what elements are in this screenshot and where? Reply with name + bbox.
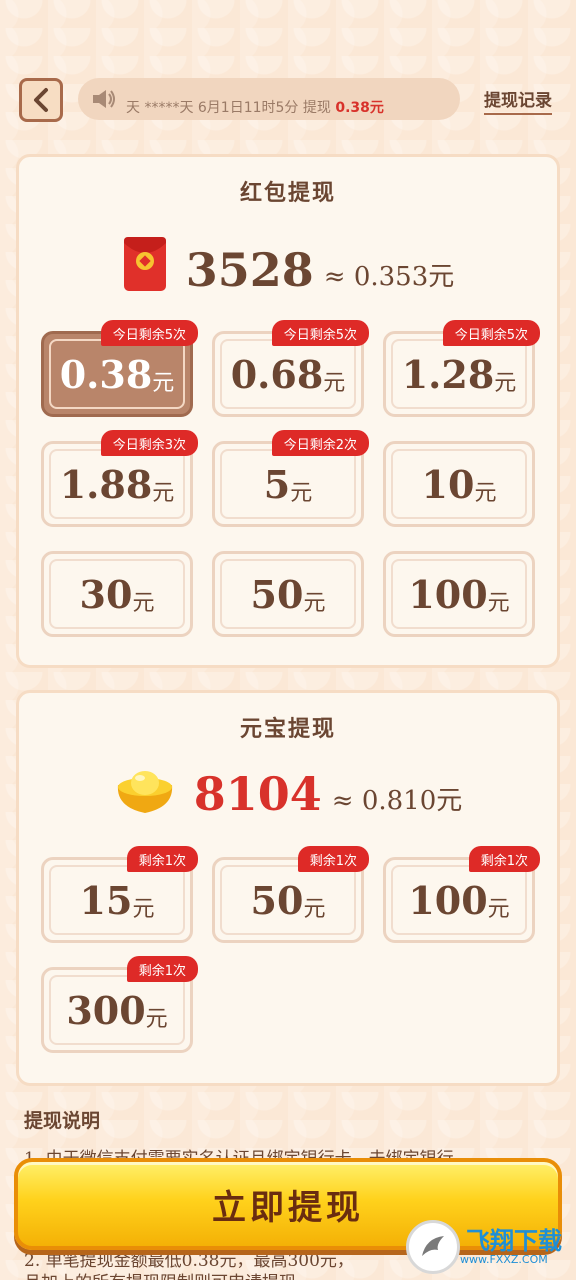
- withdraw-announcement-marquee: 天 *****天 6月1日11时5分 提现 0.38元: [78, 78, 460, 120]
- option-value: 0.38: [59, 351, 153, 397]
- option-value: 0.68: [230, 351, 324, 397]
- watermark-sub: www.FXXZ.COM: [460, 1252, 548, 1266]
- option-value: 100: [408, 877, 488, 923]
- back-button[interactable]: [19, 78, 63, 122]
- withdraw-record-link[interactable]: 提现记录: [484, 86, 552, 115]
- top-bar: 天 *****天 6月1日11时5分 提现 0.38元 提现记录: [0, 76, 576, 124]
- option-unit: 元: [152, 371, 175, 396]
- remaining-badge: 今日剩余5次: [271, 320, 369, 346]
- option-value: 10: [421, 461, 475, 507]
- option-unit: 元: [303, 897, 326, 922]
- hongbao-option-50[interactable]: 50 元: [212, 551, 364, 637]
- remaining-badge: 今日剩余5次: [100, 320, 198, 346]
- site-watermark: 飞翔下载 www.FXXZ.COM: [406, 1218, 572, 1276]
- option-value: 15: [79, 877, 133, 923]
- remaining-badge: 今日剩余5次: [442, 320, 540, 346]
- watermark-text: 飞翔下载: [466, 1226, 562, 1255]
- option-value: 30: [79, 571, 133, 617]
- option-unit: 元: [132, 897, 155, 922]
- hongbao-withdraw-panel: 红包提现 3528 ≈ 0.353元 今日剩余5次 0.38 元 今日剩余5次 0…: [16, 154, 560, 668]
- option-value: 300: [66, 987, 146, 1033]
- yuanbao-option-15[interactable]: 剩余1次 15 元: [41, 846, 198, 943]
- hongbao-option-30[interactable]: 30 元: [41, 551, 193, 637]
- option-value: 5: [263, 461, 291, 507]
- remaining-badge: 今日剩余3次: [100, 430, 198, 456]
- yuanbao-option-100[interactable]: 剩余1次 100 元: [383, 846, 540, 943]
- watermark-logo-icon: [406, 1220, 460, 1274]
- hongbao-option-0-68[interactable]: 今日剩余5次 0.68 元: [212, 320, 369, 417]
- explain-line-3: 且加上的所有提现限制则可申请提现: [24, 1268, 296, 1280]
- hongbao-option-1-28[interactable]: 今日剩余5次 1.28 元: [383, 320, 540, 417]
- withdraw-explain-title: 提现说明: [24, 1110, 101, 1132]
- hongbao-option-1-88[interactable]: 今日剩余3次 1.88 元: [41, 430, 198, 527]
- yuanbao-withdraw-panel: 元宝提现 8104 ≈ 0.810元 剩余1次 15 元 剩余1次 50 元 剩余1…: [16, 690, 560, 1086]
- marquee-prefix: 天 *****天 6月1日11时5分 提现: [126, 100, 331, 116]
- remaining-badge: 剩余1次: [126, 956, 198, 982]
- hongbao-panel-title: 红包提现: [239, 180, 336, 206]
- option-value: 50: [250, 877, 304, 923]
- remaining-badge: 剩余1次: [297, 846, 369, 872]
- hongbao-option-0-38[interactable]: 今日剩余5次 0.38 元: [41, 320, 198, 417]
- option-value: 100: [408, 571, 488, 617]
- yuanbao-panel-title: 元宝提现: [239, 716, 336, 742]
- option-unit: 元: [487, 897, 510, 922]
- remaining-badge: 剩余1次: [468, 846, 540, 872]
- option-value: 1.88: [59, 461, 153, 507]
- withdraw-now-label: 立即提现: [212, 1187, 364, 1228]
- option-value: 50: [250, 571, 304, 617]
- option-unit: 元: [132, 591, 155, 616]
- yuanbao-approx-value: ≈ 0.810元: [331, 785, 463, 816]
- hongbao-option-5[interactable]: 今日剩余2次 5元: [212, 430, 369, 527]
- yuanbao-option-300[interactable]: 剩余1次 300 元: [41, 956, 198, 1053]
- hongbao-approx-value: ≈ 0.353元: [323, 261, 455, 292]
- hongbao-option-10[interactable]: 10 元: [383, 441, 535, 527]
- option-unit: 元: [303, 591, 326, 616]
- option-unit: 元: [290, 481, 313, 506]
- red-envelope-icon: [123, 237, 166, 291]
- hongbao-balance-value: 3528: [185, 243, 314, 297]
- yuanbao-balance: 8104 ≈ 0.810元: [19, 767, 557, 817]
- option-unit: 元: [152, 481, 175, 506]
- gold-ingot-icon: [117, 771, 172, 813]
- remaining-badge: 今日剩余2次: [271, 430, 369, 456]
- marquee-text: 天 *****天 6月1日11时5分 提现 0.38元: [126, 97, 384, 117]
- yuanbao-balance-value: 8104: [193, 767, 322, 821]
- option-unit: 元: [145, 1007, 168, 1032]
- chevron-left-icon: [34, 88, 48, 112]
- marquee-amount: 0.38元: [335, 100, 384, 116]
- option-unit: 元: [487, 591, 510, 616]
- yuanbao-option-50[interactable]: 剩余1次 50 元: [212, 846, 369, 943]
- option-unit: 元: [323, 371, 346, 396]
- option-unit: 元: [494, 371, 517, 396]
- speaker-icon: [93, 90, 115, 108]
- hongbao-balance: 3528 ≈ 0.353元: [19, 235, 557, 293]
- remaining-badge: 剩余1次: [126, 846, 198, 872]
- option-value: 1.28: [401, 351, 495, 397]
- option-unit: 元: [474, 481, 497, 506]
- hongbao-option-100[interactable]: 100 元: [383, 551, 535, 637]
